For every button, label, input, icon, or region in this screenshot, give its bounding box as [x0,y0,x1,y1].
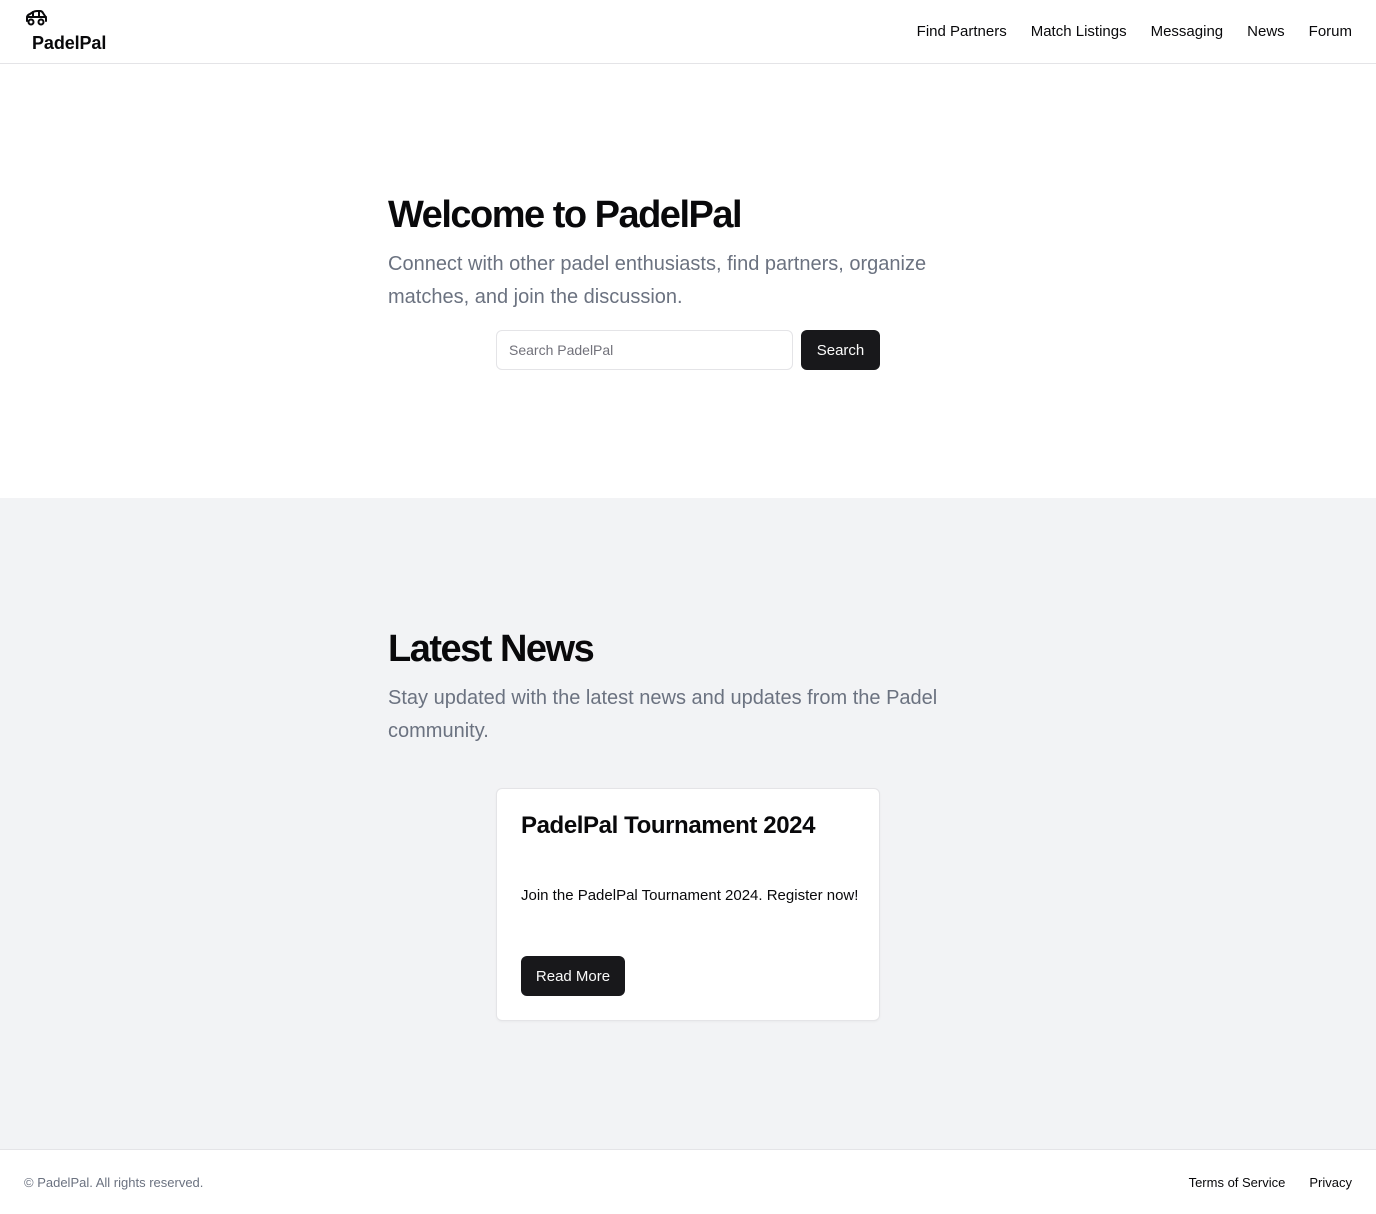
privacy-link[interactable]: Privacy [1309,1175,1352,1191]
site-footer: © PadelPal. All rights reserved. Terms o… [0,1149,1376,1214]
nav-news[interactable]: News [1247,22,1285,42]
news-section: Latest News Stay updated with the latest… [0,498,1376,1150]
search-button[interactable]: Search [801,330,880,370]
hero-subtitle: Connect with other padel enthusiasts, fi… [388,253,927,308]
search-input[interactable] [496,330,793,370]
main-nav: Find Partners Match Listings Messaging N… [917,22,1352,42]
car-icon[interactable] [24,9,48,27]
news-subtitle: Stay updated with the latest news and up… [388,687,938,742]
news-card-title: PadelPal Tournament 2024 [521,812,816,839]
nav-find-partners[interactable]: Find Partners [917,22,1007,42]
news-card: PadelPal Tournament 2024 Join the PadelP… [496,788,880,1021]
nav-messaging[interactable]: Messaging [1151,22,1224,42]
footer-links: Terms of Service Privacy [1189,1175,1352,1191]
terms-link[interactable]: Terms of Service [1189,1175,1286,1191]
copyright-text: © PadelPal. All rights reserved. [24,1175,204,1190]
news-title: Latest News [388,628,595,670]
news-card-text: Join the PadelPal Tournament 2024. Regis… [521,887,859,904]
nav-match-listings[interactable]: Match Listings [1031,22,1127,42]
brand-name[interactable]: PadelPal [32,33,106,54]
hero-section: Welcome to PadelPal Connect with other p… [0,64,1376,498]
read-more-button[interactable]: Read More [521,956,625,996]
hero-title: Welcome to PadelPal [388,194,743,236]
nav-forum[interactable]: Forum [1309,22,1352,42]
site-header: PadelPal Find Partners Match Listings Me… [0,0,1376,64]
